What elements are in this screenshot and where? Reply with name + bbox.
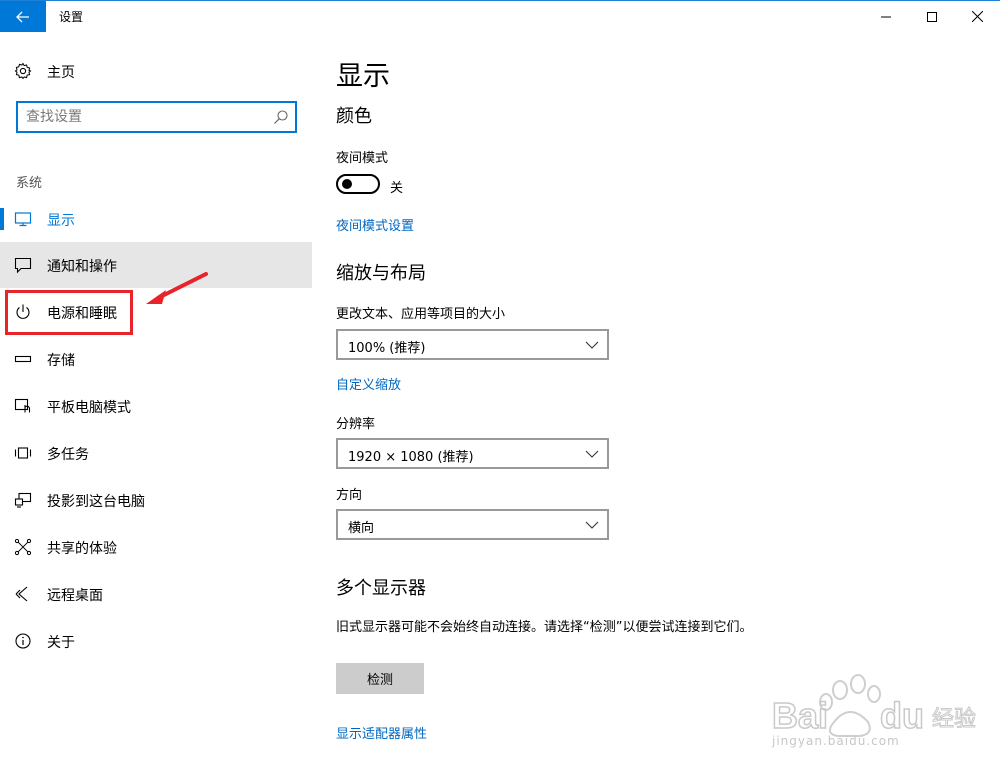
size-dropdown-value: 100% (推荐) <box>348 341 426 356</box>
size-dropdown[interactable]: 100% (推荐) <box>336 329 609 360</box>
custom-scaling-link[interactable]: 自定义缩放 <box>336 374 401 393</box>
sidebar-item-project-to-pc[interactable]: 投影到这台电脑 <box>0 477 312 523</box>
sidebar-item-label: 显示 <box>47 213 75 229</box>
sidebar: 主页 系统 显示 通知和操作 电源和睡眠 <box>0 32 312 781</box>
remote-desktop-icon <box>15 586 28 602</box>
svg-text:du: du <box>880 695 924 736</box>
sidebar-item-home[interactable]: 主页 <box>0 56 312 86</box>
multi-display-description: 旧式显示器可能不会始终自动连接。请选择“检测”以便尝试连接到它们。 <box>336 620 753 635</box>
sidebar-item-label: 多任务 <box>47 447 89 463</box>
sidebar-item-label: 共享的体验 <box>47 541 117 557</box>
sidebar-item-label: 主页 <box>47 65 75 81</box>
sidebar-item-label: 远程桌面 <box>47 588 103 604</box>
window-title: 设置 <box>59 10 84 24</box>
sidebar-item-label: 平板电脑模式 <box>47 400 131 416</box>
night-mode-state: 关 <box>390 181 404 196</box>
svg-text:Bai: Bai <box>772 695 828 736</box>
project-icon <box>14 492 32 508</box>
orientation-label: 方向 <box>336 488 363 503</box>
annotation-highlight-box <box>5 290 133 335</box>
chevron-down-icon <box>585 341 599 349</box>
night-mode-toggle[interactable] <box>336 174 380 194</box>
section-label: 系统 <box>16 176 43 191</box>
sidebar-item-display[interactable]: 显示 <box>0 196 312 242</box>
multi-display-heading: 多个显示器 <box>336 578 426 599</box>
info-icon <box>15 633 31 649</box>
chevron-down-icon <box>585 450 599 458</box>
close-button[interactable] <box>954 1 1000 32</box>
sidebar-item-label: 投影到这台电脑 <box>47 494 145 510</box>
detect-button[interactable]: 检测 <box>336 663 424 694</box>
sidebar-item-shared-experiences[interactable]: 共享的体验 <box>0 524 312 570</box>
display-adapter-properties-link[interactable]: 显示适配器属性 <box>336 723 427 742</box>
multitask-icon <box>14 447 32 459</box>
sidebar-item-remote-desktop[interactable]: 远程桌面 <box>0 571 312 617</box>
sidebar-item-label: 通知和操作 <box>47 259 117 275</box>
sidebar-item-tablet-mode[interactable]: 平板电脑模式 <box>0 383 312 429</box>
maximize-button[interactable] <box>909 1 955 32</box>
maximize-icon <box>927 11 937 22</box>
close-icon <box>971 11 983 22</box>
search-icon <box>274 110 288 124</box>
sidebar-item-label: 关于 <box>47 635 75 651</box>
resolution-dropdown[interactable]: 1920 × 1080 (推荐) <box>336 438 609 469</box>
night-mode-settings-link[interactable]: 夜间模式设置 <box>336 215 414 234</box>
page-title: 显示 <box>336 61 390 92</box>
tablet-mode-icon <box>14 398 31 413</box>
sidebar-item-label: 存储 <box>47 353 75 369</box>
scale-layout-heading: 缩放与布局 <box>336 263 426 284</box>
back-button[interactable] <box>0 1 46 32</box>
search-input[interactable] <box>26 107 266 127</box>
chevron-down-icon <box>585 521 599 529</box>
minimize-icon <box>881 16 891 17</box>
resolution-label: 分辨率 <box>336 417 376 432</box>
monitor-icon <box>14 212 32 227</box>
orientation-dropdown[interactable]: 横向 <box>336 509 609 540</box>
shared-experience-icon <box>14 538 32 556</box>
title-bar: 设置 <box>0 0 1000 32</box>
sidebar-item-about[interactable]: 关于 <box>0 618 312 664</box>
svg-text:经验: 经验 <box>932 707 976 732</box>
arrow-left-icon <box>16 11 29 22</box>
notification-icon <box>14 257 32 274</box>
color-heading: 颜色 <box>336 106 372 127</box>
sidebar-item-storage[interactable]: 存储 <box>0 336 312 382</box>
main-content: 显示 颜色 夜间模式 关 夜间模式设置 缩放与布局 更改文本、应用等项目的大小 … <box>312 32 1000 781</box>
storage-icon <box>14 355 32 363</box>
annotation-arrow-icon <box>146 272 208 304</box>
minimize-button[interactable] <box>863 1 909 32</box>
gear-icon <box>14 62 32 80</box>
toggle-knob <box>342 179 352 189</box>
resolution-dropdown-value: 1920 × 1080 (推荐) <box>348 450 474 465</box>
baidu-jingyan-watermark-logo: Bai du 经验 <box>771 674 977 737</box>
size-label: 更改文本、应用等项目的大小 <box>336 307 506 322</box>
active-indicator <box>0 208 4 230</box>
sidebar-item-multitasking[interactable]: 多任务 <box>0 430 312 476</box>
watermark-url: jingyan.baidu.com <box>772 734 900 748</box>
search-field[interactable] <box>16 101 297 133</box>
night-mode-label: 夜间模式 <box>336 151 389 166</box>
orientation-dropdown-value: 横向 <box>348 521 375 536</box>
